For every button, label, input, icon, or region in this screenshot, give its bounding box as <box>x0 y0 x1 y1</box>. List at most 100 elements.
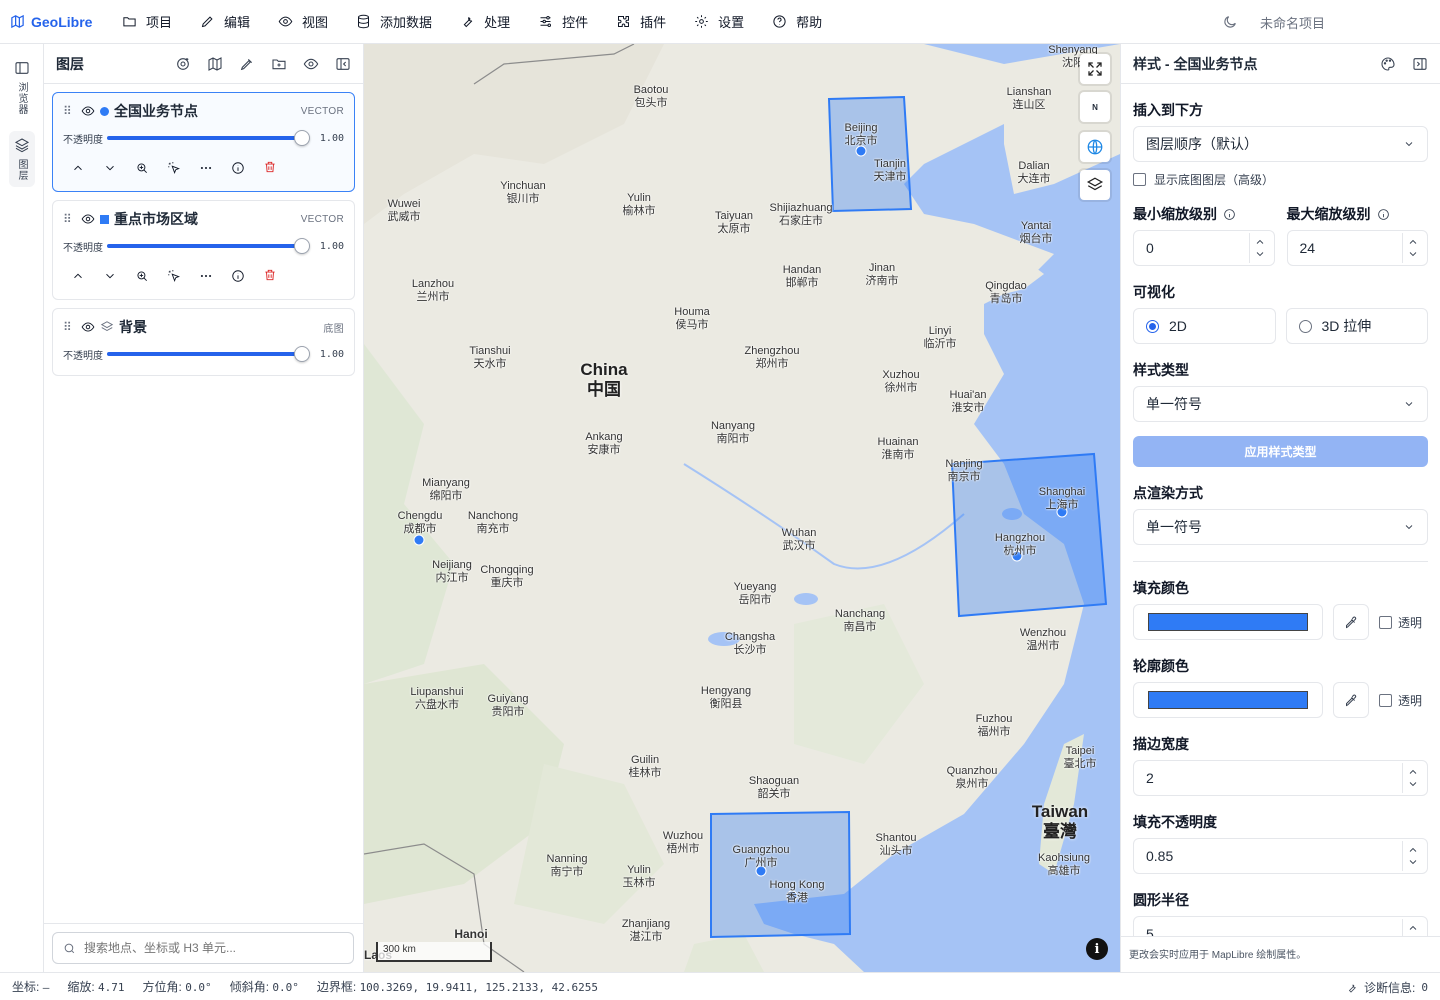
collapse-panel-icon[interactable] <box>335 56 351 72</box>
eye-icon[interactable] <box>81 104 95 118</box>
zoom-to-layer-icon[interactable] <box>135 161 149 175</box>
menu-edit[interactable]: 编辑 <box>186 0 264 44</box>
rail-layers-button[interactable]: 图层 <box>8 131 35 187</box>
menu-plugins[interactable]: 插件 <box>602 0 680 44</box>
insert-below-select[interactable]: 图层顺序（默认） <box>1133 126 1428 162</box>
app-brand[interactable]: GeoLibre <box>0 14 108 30</box>
menu-controls[interactable]: 控件 <box>524 0 602 44</box>
zoom-to-layer-icon[interactable] <box>135 269 149 283</box>
info-icon[interactable] <box>1223 208 1236 221</box>
menu-settings[interactable]: 设置 <box>680 0 758 44</box>
chevron-down-icon[interactable] <box>1407 248 1419 260</box>
point-render-select[interactable]: 单一符号 <box>1133 509 1428 545</box>
min-zoom-stepper[interactable] <box>1248 233 1270 263</box>
chevron-down-icon[interactable] <box>103 269 117 283</box>
max-zoom-input[interactable]: 24 <box>1286 230 1428 266</box>
show-basemap-option[interactable]: 显示底图图层（高级） <box>1133 171 1428 188</box>
compass-button[interactable]: N <box>1080 92 1110 122</box>
delete-layer-button[interactable] <box>263 268 277 285</box>
outline-transparent-option[interactable]: 透明 <box>1379 692 1422 709</box>
fill-transparent-checkbox[interactable] <box>1379 615 1392 629</box>
eye-icon[interactable] <box>81 320 95 334</box>
map-canvas[interactable]: Baotou 包头市 Shenyang 沈阳 Beijing 北京市 Lianshan 连山区… <box>364 44 1120 972</box>
chevron-up-icon[interactable] <box>1407 922 1419 934</box>
vis-3d-option[interactable]: 3D 拉伸 <box>1285 308 1428 344</box>
stroke-width-input[interactable]: 2 <box>1133 760 1428 796</box>
layer-item-background[interactable]: ⠿ 背景 底图 不透明度 1.00 <box>52 308 355 376</box>
layer-switcher-button[interactable] <box>1080 170 1110 200</box>
add-group-icon[interactable] <box>271 56 287 72</box>
drag-handle-icon[interactable]: ⠿ <box>63 212 73 226</box>
stroke-width-stepper[interactable] <box>1402 763 1423 793</box>
globe-button[interactable] <box>1080 132 1110 162</box>
show-basemap-checkbox[interactable] <box>1133 173 1146 186</box>
outline-color-input[interactable] <box>1133 682 1323 718</box>
delete-layer-button[interactable] <box>263 160 277 177</box>
layer-item-nodes[interactable]: ⠿ 全国业务节点 VECTOR 不透明度 1.00 <box>52 92 355 192</box>
menu-help[interactable]: 帮助 <box>758 0 836 44</box>
chevron-down-icon[interactable] <box>1407 856 1419 868</box>
menu-project[interactable]: 项目 <box>108 0 186 44</box>
diagnostics-button[interactable]: 诊断信息: 0 <box>1346 979 1428 996</box>
menu-add-data[interactable]: 添加数据 <box>342 0 446 44</box>
collapse-panel-icon[interactable] <box>1412 56 1428 72</box>
outline-eyedropper-button[interactable] <box>1333 682 1369 718</box>
moon-icon[interactable] <box>1222 14 1238 30</box>
info-icon[interactable] <box>231 161 245 175</box>
menu-view[interactable]: 视图 <box>264 0 342 44</box>
basemap-icon[interactable] <box>207 56 223 72</box>
fullscreen-button[interactable] <box>1080 54 1110 84</box>
palette-icon[interactable] <box>1380 56 1396 72</box>
chevron-down-icon[interactable] <box>1254 248 1266 260</box>
slider-thumb[interactable] <box>294 346 310 362</box>
opacity-slider[interactable] <box>107 130 310 146</box>
chevron-up-icon[interactable] <box>71 269 85 283</box>
info-icon[interactable] <box>1377 208 1390 221</box>
drag-handle-icon[interactable]: ⠿ <box>63 104 73 118</box>
drag-handle-icon[interactable]: ⠿ <box>63 320 73 334</box>
visibility-icon[interactable] <box>303 56 319 72</box>
menu-processing[interactable]: 处理 <box>446 0 524 44</box>
chevron-up-icon[interactable] <box>71 161 85 175</box>
more-icon[interactable] <box>199 269 213 283</box>
chevron-down-icon[interactable] <box>103 161 117 175</box>
min-zoom-input[interactable]: 0 <box>1133 230 1275 266</box>
slider-thumb[interactable] <box>294 130 310 146</box>
apply-style-type-button[interactable]: 应用样式类型 <box>1133 436 1428 467</box>
city-name-en: Hangzhou <box>994 532 1046 544</box>
chevron-up-icon[interactable] <box>1407 236 1419 248</box>
outline-transparent-checkbox[interactable] <box>1379 693 1392 707</box>
chevron-up-icon[interactable] <box>1407 844 1419 856</box>
search-input[interactable] <box>84 941 343 955</box>
rail-browser-button[interactable]: 浏览器 <box>9 54 35 121</box>
identify-icon[interactable] <box>167 161 181 175</box>
info-icon[interactable] <box>231 269 245 283</box>
fill-eyedropper-button[interactable] <box>1333 604 1369 640</box>
fill-opacity-stepper[interactable] <box>1402 841 1423 871</box>
add-layer-icon[interactable] <box>175 56 191 72</box>
city-label: Shanghai 上海市 <box>1039 486 1086 512</box>
fill-transparent-option[interactable]: 透明 <box>1379 614 1422 631</box>
city-name-en: Chengdu <box>397 510 443 522</box>
vis-2d-radio[interactable] <box>1146 319 1159 333</box>
identify-icon[interactable] <box>167 269 181 283</box>
style-type-select[interactable]: 单一符号 <box>1133 386 1428 422</box>
project-name[interactable]: 未命名项目 <box>1260 13 1325 32</box>
opacity-slider[interactable] <box>107 346 310 362</box>
fill-color-input[interactable] <box>1133 604 1323 640</box>
eye-icon[interactable] <box>81 212 95 226</box>
attribution-info-button[interactable]: i <box>1086 938 1108 960</box>
chevron-up-icon[interactable] <box>1254 236 1266 248</box>
fill-opacity-input[interactable]: 0.85 <box>1133 838 1428 874</box>
chevron-down-icon[interactable] <box>1407 778 1419 790</box>
vis-2d-option[interactable]: 2D <box>1133 308 1276 344</box>
more-icon[interactable] <box>199 161 213 175</box>
chevron-up-icon[interactable] <box>1407 766 1419 778</box>
vis-3d-radio[interactable] <box>1298 319 1312 333</box>
opacity-slider[interactable] <box>107 238 310 254</box>
layer-item-market-areas[interactable]: ⠿ 重点市场区域 VECTOR 不透明度 1.00 <box>52 200 355 300</box>
location-search[interactable] <box>52 932 354 964</box>
draw-icon[interactable] <box>239 56 255 72</box>
slider-thumb[interactable] <box>294 238 310 254</box>
max-zoom-stepper[interactable] <box>1402 233 1423 263</box>
